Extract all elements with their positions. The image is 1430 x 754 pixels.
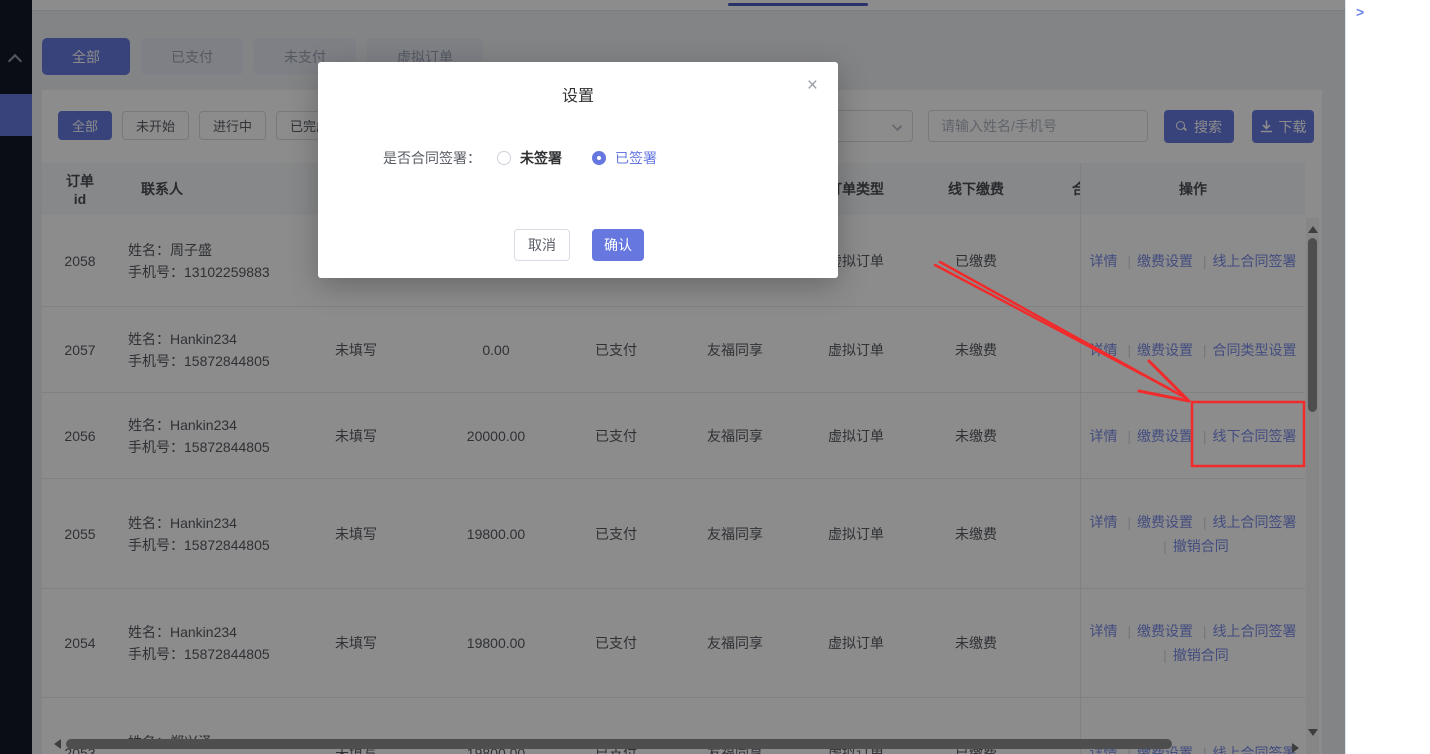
radio-not-signed[interactable]: 未签署 <box>497 148 562 168</box>
settings-dialog: 设置 × 是否合同签署： 未签署 已签署 取消 确认 <box>318 62 838 278</box>
radio-label: 已签署 <box>615 148 657 168</box>
app-root: 全部已支付未支付虚拟订单 全部未开始进行中已完成 搜索 下载 订单id联系人订单… <box>0 0 1430 754</box>
radio-icon <box>497 151 511 165</box>
radio-signed[interactable]: 已签署 <box>592 148 657 168</box>
contract-sign-field: 是否合同签署： 未签署 已签署 <box>383 148 687 168</box>
field-label: 是否合同签署： <box>383 148 481 168</box>
radio-label: 未签署 <box>520 148 562 168</box>
panel-expand-icon[interactable]: > <box>1356 4 1364 20</box>
confirm-button[interactable]: 确认 <box>592 229 644 261</box>
close-icon[interactable]: × <box>807 76 818 95</box>
dialog-title: 设置 <box>318 82 838 106</box>
cancel-button[interactable]: 取消 <box>514 229 570 261</box>
right-side-panel: > <box>1345 0 1430 754</box>
radio-icon <box>592 151 606 165</box>
